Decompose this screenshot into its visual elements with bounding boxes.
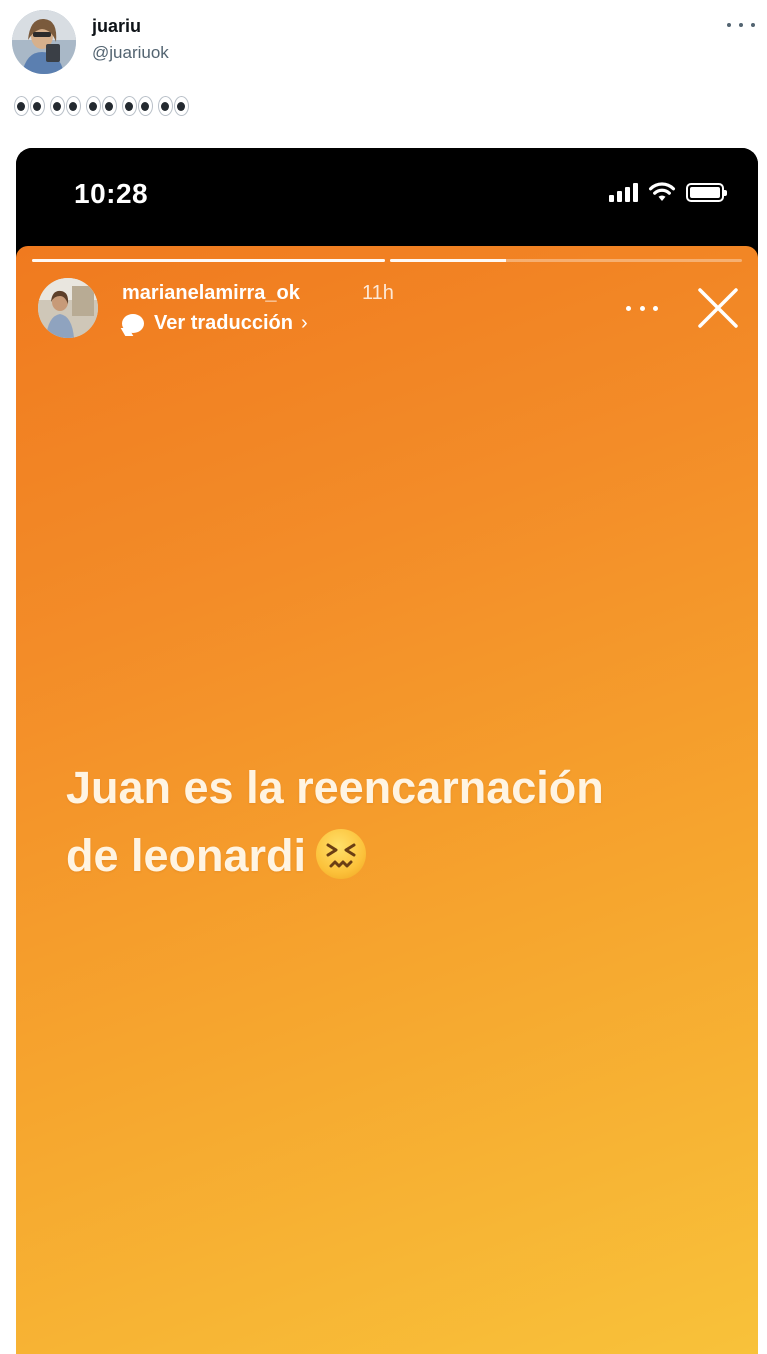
tweet-media-image[interactable]: 10:28 marianelamirra_ok 11h Ver traducci… <box>16 148 758 1354</box>
story-user-avatar[interactable] <box>38 278 98 338</box>
phone-status-bar: 10:28 <box>16 148 758 246</box>
author-display-name[interactable]: juariu <box>92 16 141 37</box>
eyes-emoji-icon <box>122 96 153 128</box>
story-text-line-2: de leonardi <box>66 822 716 890</box>
status-time: 10:28 <box>74 178 149 209</box>
close-icon[interactable] <box>696 286 740 330</box>
cellular-signal-icon <box>609 182 638 202</box>
see-translation-label: Ver traducción <box>154 312 293 334</box>
story-progress-segment <box>32 259 385 262</box>
author-handle[interactable]: @juariuok <box>92 43 169 63</box>
speech-bubble-icon <box>122 314 144 333</box>
instagram-story: marianelamirra_ok 11h Ver traducción › J… <box>16 246 758 1354</box>
wifi-icon <box>649 182 675 201</box>
story-progress-segment <box>389 259 742 262</box>
tweet-text <box>14 96 189 128</box>
eyes-emoji-icon <box>86 96 117 128</box>
chevron-right-icon: › <box>300 312 308 334</box>
eyes-emoji-icon <box>50 96 81 128</box>
story-time-ago: 11h <box>362 282 394 304</box>
eyes-emoji-icon <box>14 96 45 128</box>
story-progress-bar <box>32 259 742 262</box>
story-more-icon[interactable] <box>626 306 658 312</box>
tweet: juariu @juariuok 10:28 marianelamirra_ok… <box>0 0 767 1354</box>
story-username[interactable]: marianelamirra_ok <box>122 282 300 305</box>
story-text: Juan es la reencarnación de leonardi <box>66 754 716 890</box>
more-options-icon[interactable] <box>727 14 755 36</box>
eyes-emoji-icon <box>158 96 189 128</box>
story-text-line: de leonardi <box>66 830 307 881</box>
status-icons <box>609 181 727 203</box>
story-text-line: Juan es la reencarnación <box>66 762 604 813</box>
see-translation-link[interactable]: Ver traducción › <box>122 312 308 335</box>
battery-icon <box>686 182 727 202</box>
confounded-face-icon <box>316 829 367 879</box>
author-avatar[interactable] <box>12 10 76 74</box>
